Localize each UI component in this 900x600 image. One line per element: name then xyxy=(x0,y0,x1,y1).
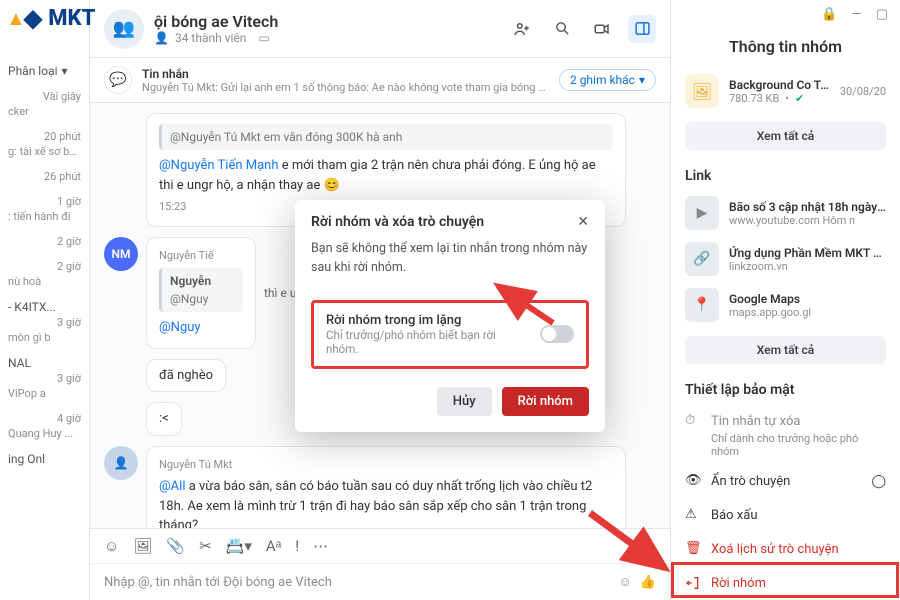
silent-toggle[interactable] xyxy=(540,325,574,343)
leave-group-modal: Rời nhóm và xóa trò chuyện ✕ Bạn sẽ khôn… xyxy=(295,200,605,432)
brand-logo-text: MKT xyxy=(48,6,95,31)
brand-logo: ▲◆ MKT xyxy=(6,4,95,32)
silent-leave-option[interactable]: Rời nhóm trong im lặng Chỉ trưởng/phó nh… xyxy=(311,300,589,369)
modal-title: Rời nhóm và xóa trò chuyện xyxy=(311,214,484,230)
close-icon[interactable]: ✕ xyxy=(577,214,589,230)
modal-body: Bạn sẽ không thể xem lại tin nhắn trong … xyxy=(295,240,605,292)
silent-title: Rời nhóm trong im lặng xyxy=(326,313,530,328)
confirm-leave-button[interactable]: Rời nhóm xyxy=(502,387,589,416)
silent-sub: Chỉ trưởng/phó nhóm biết bạn rời nhóm. xyxy=(326,328,530,356)
cancel-button[interactable]: Hủy xyxy=(437,387,492,416)
modal-backdrop: Rời nhóm và xóa trò chuyện ✕ Bạn sẽ khôn… xyxy=(0,0,900,600)
